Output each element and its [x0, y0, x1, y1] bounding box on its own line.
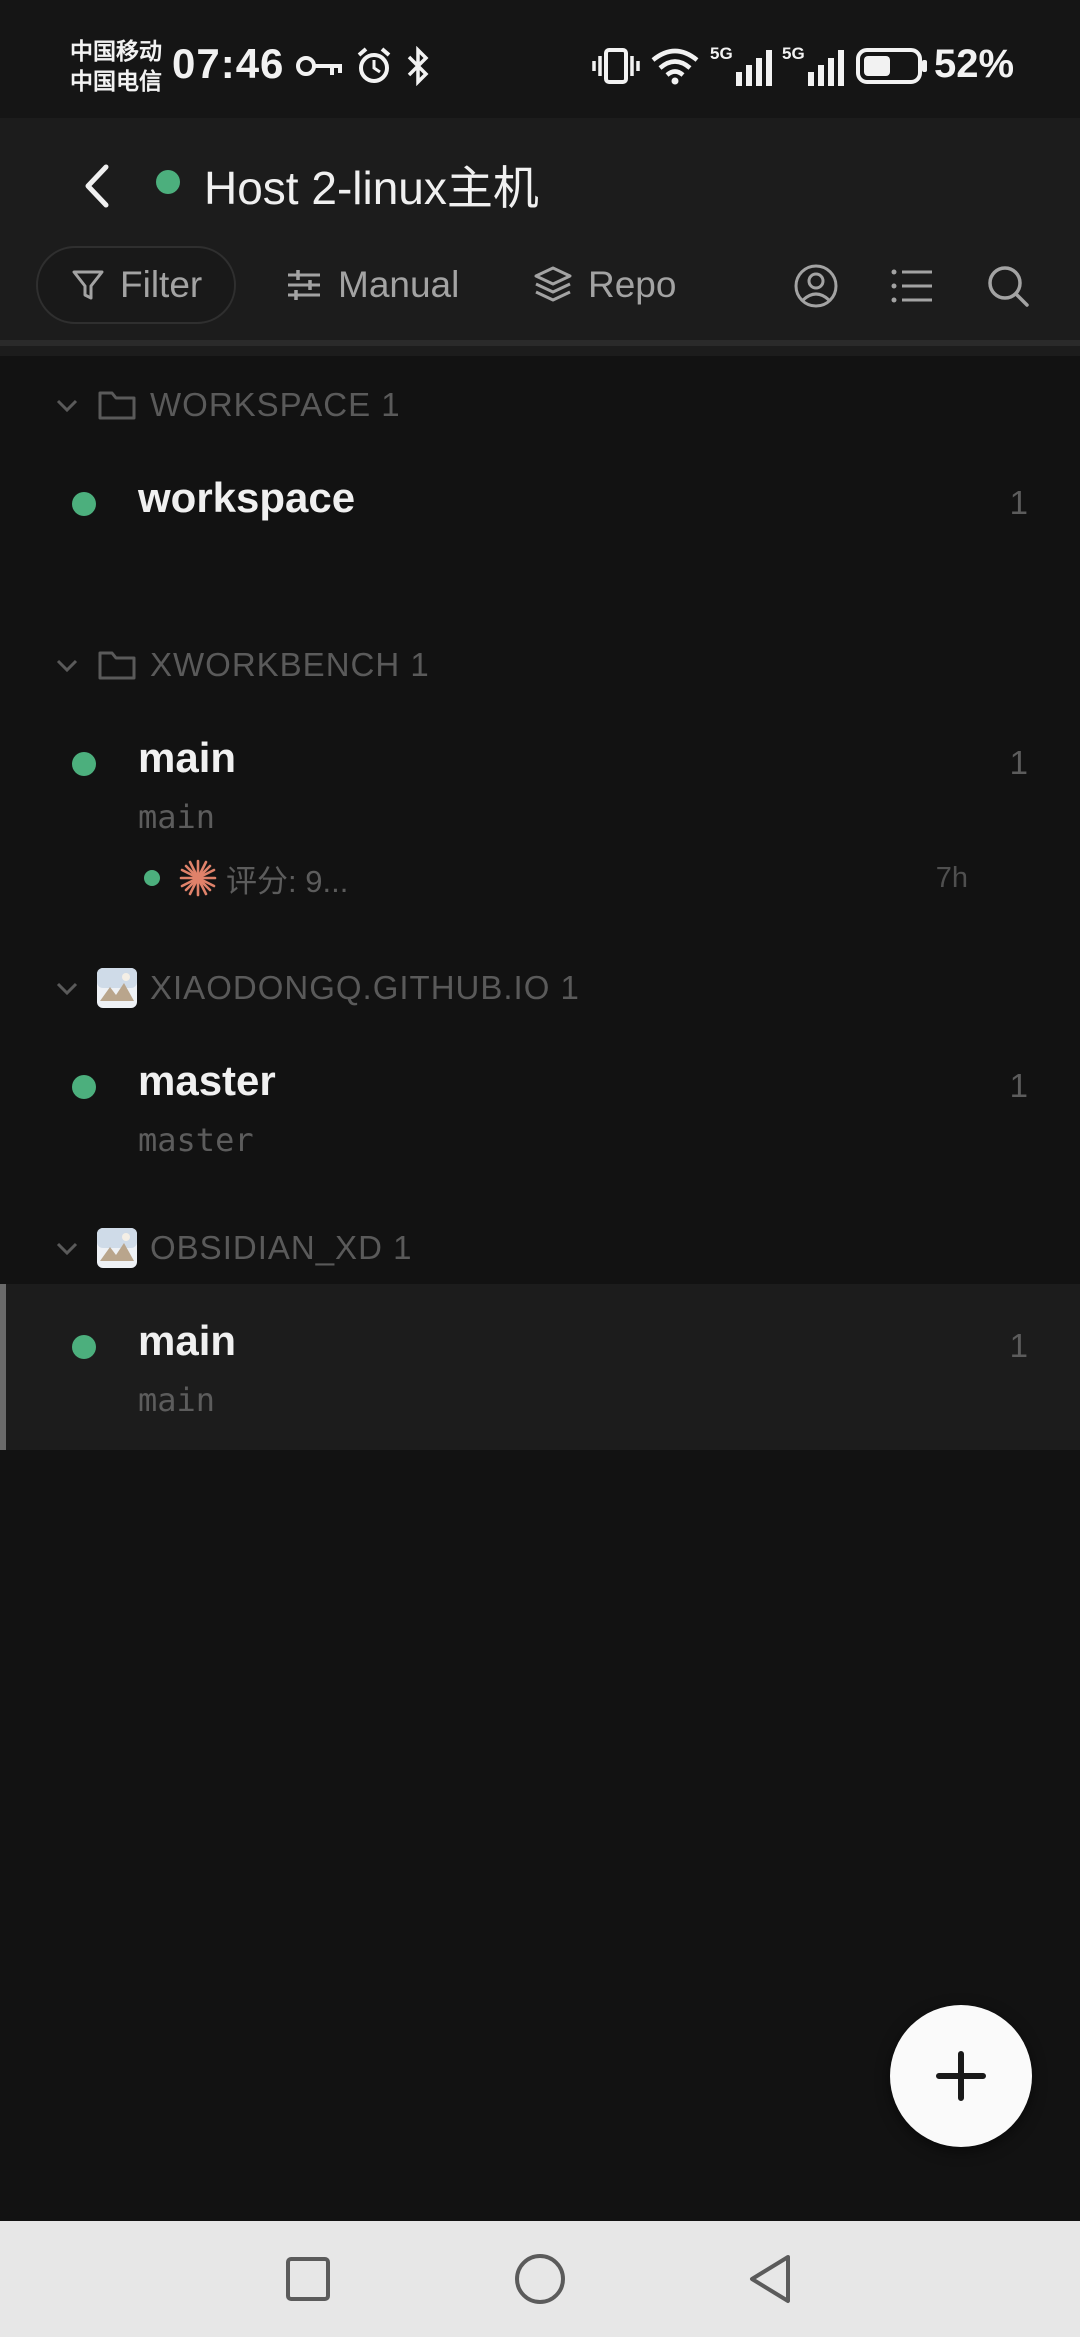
group-header-workspace[interactable]: WORKSPACE 1	[0, 375, 1080, 435]
group-label: XIAODONGQ.GITHUB.IO 1	[150, 969, 580, 1007]
system-nav-bar	[0, 2221, 1080, 2337]
repo-avatar-icon	[97, 1228, 137, 1268]
key-icon	[296, 44, 346, 88]
list-button[interactable]	[882, 256, 942, 316]
status-dot	[72, 752, 96, 776]
list-item[interactable]: main 1 main	[0, 1303, 1080, 1443]
item-count: 1	[1009, 1327, 1028, 1364]
session-status-dot	[144, 870, 160, 886]
filter-label: Filter	[120, 264, 203, 305]
item-count: 1	[1009, 744, 1028, 781]
clock: 07:46	[172, 40, 285, 87]
group-header-xworkbench[interactable]: XWORKBENCH 1	[0, 635, 1080, 695]
item-title: main	[138, 734, 237, 781]
status-dot	[72, 1075, 96, 1099]
toolbar-divider	[0, 340, 1080, 346]
home-circle-icon	[515, 2254, 565, 2304]
group-name: XWORKBENCH	[150, 646, 401, 683]
group-header-obsidian-xd[interactable]: OBSIDIAN_XD 1	[0, 1218, 1080, 1278]
status-dot	[72, 1335, 96, 1359]
carrier-1: 中国移动	[70, 38, 162, 64]
item-count: 1	[1009, 484, 1028, 521]
group-count: 1	[560, 969, 580, 1006]
layers-icon	[534, 266, 572, 302]
item-title: main	[138, 1317, 237, 1364]
chevron-down-icon	[56, 659, 78, 673]
item-subtitle: main	[138, 798, 216, 836]
chevron-left-icon	[85, 164, 109, 208]
battery-percent: 52%	[934, 42, 1015, 86]
chevron-down-icon	[56, 1242, 78, 1256]
search-icon	[988, 266, 1029, 307]
bluetooth-icon	[404, 44, 432, 88]
session-time: 7h	[935, 861, 968, 894]
group-count: 1	[410, 646, 430, 683]
sparkle-icon	[179, 859, 217, 897]
back-triangle-icon	[750, 2255, 790, 2303]
item-count: 1	[1009, 1067, 1028, 1104]
back-button[interactable]	[72, 156, 122, 216]
filter-button[interactable]: Filter	[36, 246, 236, 324]
alarm-icon	[354, 44, 394, 88]
repo-label: Repo	[588, 264, 677, 305]
vibrate-icon	[592, 44, 640, 88]
back-nav-button[interactable]	[740, 2249, 800, 2309]
group-count: 1	[393, 1229, 413, 1266]
home-button[interactable]	[510, 2249, 570, 2309]
wifi-icon	[650, 44, 700, 88]
add-button[interactable]	[890, 2005, 1032, 2147]
repo-avatar-icon	[97, 968, 137, 1008]
sliders-icon	[288, 270, 320, 300]
plus-icon	[936, 2051, 986, 2101]
status-bar: 中国移动 中国电信 07:46 5G 5G 52%	[0, 0, 1080, 118]
item-title: workspace	[138, 474, 356, 521]
top-bar: Host 2-linux主机 Filter Manual Repo	[0, 118, 1080, 356]
recents-button[interactable]	[278, 2249, 338, 2309]
carrier-labels: 中国移动 中国电信	[70, 36, 162, 96]
group-header-xiaodongq-github-io[interactable]: XIAODONGQ.GITHUB.IO 1	[0, 958, 1080, 1018]
folder-icon	[98, 651, 136, 680]
carrier-2: 中国电信	[70, 68, 162, 94]
list-icon	[891, 269, 932, 303]
user-circle-button[interactable]	[786, 256, 846, 316]
manual-label: Manual	[338, 264, 460, 305]
item-subtitle: main	[138, 1381, 216, 1419]
host-status-dot	[156, 170, 180, 194]
page-title: Host 2-linux主机	[204, 162, 539, 214]
chevron-down-icon	[56, 399, 78, 413]
folder-icon	[98, 391, 136, 420]
session-text: 评分: 9...	[226, 863, 349, 899]
repo-button[interactable]: Repo	[532, 246, 676, 324]
group-label: XWORKBENCH 1	[150, 646, 430, 684]
manual-button[interactable]: Manual	[284, 246, 459, 324]
search-button[interactable]	[978, 256, 1038, 316]
group-name: OBSIDIAN_XD	[150, 1229, 383, 1266]
group-count: 1	[381, 386, 401, 423]
user-circle-icon	[794, 264, 838, 308]
status-dot	[72, 492, 96, 516]
battery-icon	[856, 44, 930, 88]
session-item[interactable]: 评分: 9... 7h	[138, 853, 968, 903]
recents-square-icon	[286, 2257, 330, 2301]
list-item[interactable]: workspace 1	[0, 460, 1080, 580]
filter-icon	[72, 270, 104, 300]
group-label: OBSIDIAN_XD 1	[150, 1229, 412, 1267]
chevron-down-icon	[56, 982, 78, 996]
signal-icon: 5G	[782, 44, 846, 88]
group-label: WORKSPACE 1	[150, 386, 401, 424]
item-title: master	[138, 1057, 276, 1104]
signal-icon: 5G	[710, 44, 774, 88]
group-name: XIAODONGQ.GITHUB.IO	[150, 969, 551, 1006]
list-item[interactable]: master 1 master	[0, 1043, 1080, 1173]
item-subtitle: master	[138, 1121, 254, 1159]
group-name: WORKSPACE	[150, 386, 372, 423]
